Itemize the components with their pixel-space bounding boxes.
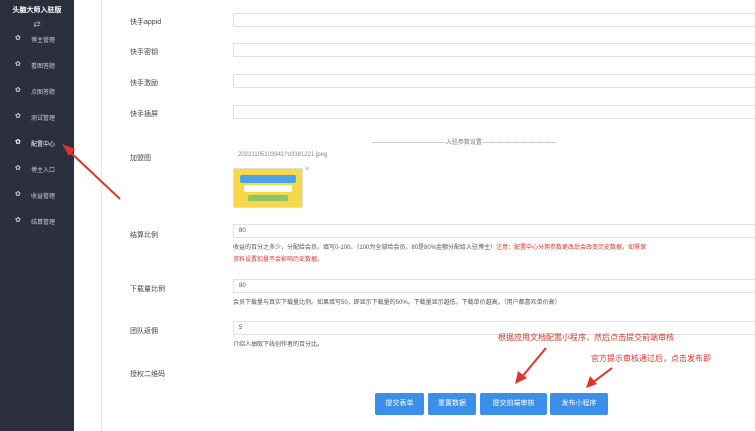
annotation-note-1: 根据应用文档配置小程序，然后点击提交前端审核 — [498, 333, 674, 342]
settle-warning-text: 注意：配置中心分佣参数更改后会改变历史数据。如需保 — [496, 245, 647, 251]
sidebar-item-config-center[interactable]: ✿ 配置中心 — [0, 135, 74, 153]
banner-thumbnail[interactable] — [233, 168, 303, 208]
gear-icon: ✿ — [15, 87, 21, 94]
kuaishou-interstitial-input[interactable] — [233, 105, 755, 119]
sidebar-item-click-quiz[interactable]: ✿ 点图答题 — [0, 83, 74, 101]
sidebar-item-label: 测试管理 — [31, 116, 56, 122]
kuaishou-appid-label: 快手appid — [130, 19, 162, 26]
thumbnail-band — [248, 195, 288, 201]
kuaishou-appid-input[interactable] — [233, 13, 755, 27]
kuaishou-secret-label: 快手密钥 — [130, 49, 158, 56]
sidebar-item-test-management[interactable]: ✿ 测试管理 — [0, 109, 74, 127]
content-left-border — [101, 0, 102, 431]
download-ratio-hint: 会员下载量与真实下载量比例。如果填写50，即显示下载量的50%。下载量显示越低，… — [233, 300, 561, 306]
reset-data-button[interactable]: 重置数据 — [428, 393, 476, 415]
annotation-note-2: 官方提示审核通过后，点击发布即 — [591, 354, 711, 363]
download-ratio-input[interactable]: 80 — [233, 279, 755, 293]
sidebar-item-picture-quiz[interactable]: ✿ 看图答题 — [0, 57, 74, 75]
gear-icon: ✿ — [15, 61, 21, 68]
download-ratio-label: 下载量比例 — [130, 286, 165, 293]
team-commission-hint: 介绍人抽取下线创作者的百分比。 — [233, 342, 324, 348]
arrow-to-review-button — [515, 347, 547, 384]
gear-icon: ✿ — [15, 139, 21, 146]
thumbnail-band — [240, 175, 296, 183]
kuaishou-incentive-label: 快手激励 — [130, 80, 158, 87]
kuaishou-incentive-input[interactable] — [233, 74, 755, 88]
settle-ratio-hint: 收益的百分之多少，分配给会员。填写0-100。（100为全部给会员，80是80%… — [233, 242, 646, 251]
gear-icon: ✿ — [15, 165, 21, 172]
settle-warning-text-2: 资料设置扣量不会影响历史数据。 — [233, 257, 324, 263]
sidebar-item-blogger-management[interactable]: ✿ 博主管理 — [0, 31, 74, 49]
sidebar-item-label: 配置中心 — [31, 142, 56, 148]
team-commission-label: 团队返佣 — [130, 328, 158, 335]
sidebar-item-settlement-management[interactable]: ✿ 结算管理 — [0, 213, 74, 231]
banner-filename: 20221105103941?d3381221.jpeg — [238, 152, 328, 158]
brand-title: 头脑大师入驻版 — [12, 7, 62, 14]
settle-ratio-label: 结算比例 — [130, 232, 158, 239]
section-title-onboarding-params: -------------------------------------入驻参… — [372, 140, 556, 146]
banner-label: 加盟图 — [130, 155, 151, 162]
sidebar-item-blogger-entry[interactable]: ✿ 博主入口 — [0, 161, 74, 179]
settle-ratio-input[interactable]: 80 — [233, 224, 755, 238]
settle-hint-text: 收益的百分之多少，分配给会员。填写0-100。（100为全部给会员，80是80%… — [233, 245, 497, 251]
kuaishou-interstitial-label: 快手插屏 — [130, 111, 158, 118]
annotation-arrows — [62, 144, 613, 388]
sidebar-item-label: 看图答题 — [31, 64, 56, 70]
auth-qrcode-label: 授权二维码 — [130, 371, 165, 378]
arrow-to-publish-button — [586, 367, 613, 388]
gear-icon: ✿ — [15, 113, 21, 120]
sidebar-item-revenue-management[interactable]: ✿ 收益管理 — [0, 187, 74, 205]
submit-review-button[interactable]: 提交前端审核 — [480, 393, 547, 415]
submit-form-button[interactable]: 提交表单 — [375, 393, 424, 415]
remove-image-icon[interactable]: × — [305, 166, 309, 173]
team-commission-input[interactable]: 5 — [233, 321, 755, 335]
kuaishou-secret-input[interactable] — [233, 43, 755, 57]
gear-icon: ✿ — [15, 35, 21, 42]
publish-miniprogram-button[interactable]: 发布小程序 — [550, 393, 608, 415]
sidebar-item-label: 博主管理 — [31, 38, 56, 44]
sidebar-item-label: 博主入口 — [31, 168, 56, 174]
sidebar-item-label: 点图答题 — [31, 90, 56, 96]
sidebar-item-label: 结算管理 — [31, 220, 56, 226]
thumbnail-band — [244, 185, 292, 192]
sidebar: 头脑大师入驻版 ⇄ ✿ 博主管理 ✿ 看图答题 ✿ 点图答题 ✿ 测试管理 ✿ … — [0, 0, 74, 431]
sidebar-item-label: 收益管理 — [31, 194, 56, 200]
gear-icon: ✿ — [15, 191, 21, 198]
sidebar-toggle-icon[interactable]: ⇄ — [0, 19, 74, 30]
gear-icon: ✿ — [15, 217, 21, 224]
